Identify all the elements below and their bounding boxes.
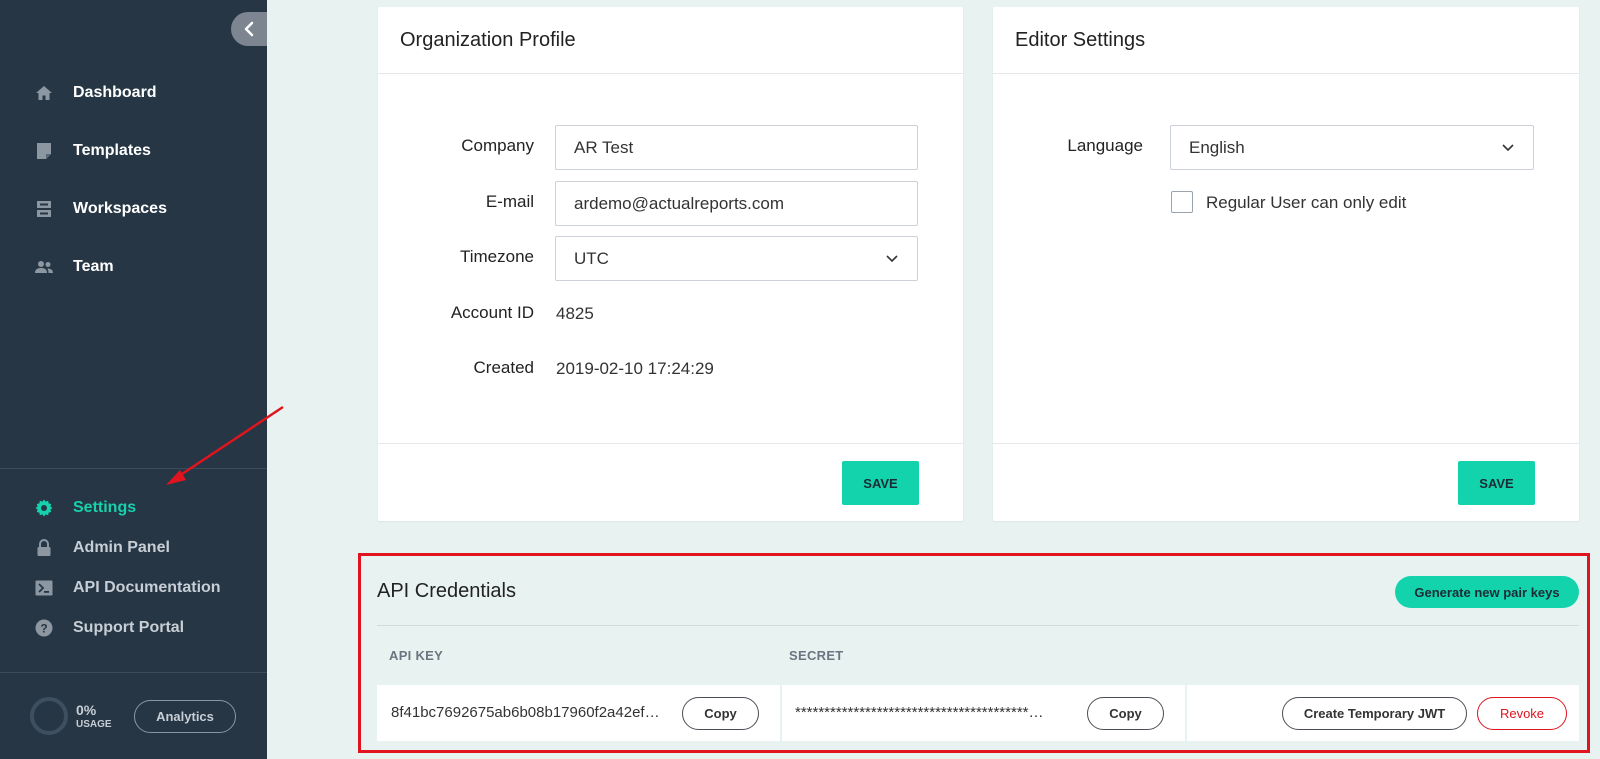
sidebar: Dashboard Templates Workspaces Team Sett… (0, 0, 267, 759)
save-button[interactable]: SAVE (1458, 461, 1535, 505)
secret-value: ****************************************… (795, 704, 1044, 721)
api-key-column-header: API KEY (389, 648, 444, 663)
chevron-down-icon (1502, 144, 1514, 152)
nav-label: Dashboard (73, 84, 157, 101)
nav-label: Team (73, 258, 114, 275)
secret-cell: ****************************************… (782, 685, 1185, 741)
card-title: Editor Settings (993, 7, 1579, 74)
nav-label: Support Portal (73, 619, 185, 636)
usage-indicator: 0% USAGE (30, 697, 112, 735)
people-icon (34, 257, 54, 277)
nav-team[interactable]: Team (0, 238, 267, 296)
server-icon (34, 199, 54, 219)
nav-api-documentation[interactable]: API Documentation (0, 568, 267, 608)
nav-dashboard[interactable]: Dashboard (0, 64, 267, 122)
secret-column-header: SECRET (789, 648, 844, 663)
main-nav: Dashboard Templates Workspaces Team (0, 64, 267, 296)
section-divider (377, 625, 1579, 626)
nav-admin-panel[interactable]: Admin Panel (0, 528, 267, 568)
api-credentials-title: API Credentials (377, 580, 516, 602)
timezone-select[interactable]: UTC (555, 236, 918, 281)
nav-label: Settings (73, 499, 137, 516)
generate-pair-keys-button[interactable]: Generate new pair keys (1395, 576, 1579, 608)
regular-user-edit-checkbox[interactable] (1171, 191, 1193, 213)
sidebar-divider (0, 468, 267, 469)
email-label: E-mail (485, 192, 534, 211)
save-button[interactable]: SAVE (842, 461, 919, 505)
terminal-icon (34, 578, 54, 598)
lock-icon (34, 538, 54, 558)
api-key-cell: 8f41bc7692675ab6b08b17960f2a42ef… Copy (377, 685, 780, 741)
card-footer: SAVE (993, 443, 1579, 521)
gear-icon (34, 498, 54, 518)
nav-label: API Documentation (73, 579, 221, 596)
revoke-button[interactable]: Revoke (1477, 697, 1567, 730)
nav-templates[interactable]: Templates (0, 122, 267, 180)
nav-label: Admin Panel (73, 539, 170, 556)
collapse-sidebar-button[interactable] (231, 12, 267, 46)
account-id-value: 4825 (556, 304, 594, 323)
created-value: 2019-02-10 17:24:29 (556, 359, 714, 378)
nav-settings[interactable]: Settings (0, 488, 267, 528)
timezone-value: UTC (574, 248, 609, 268)
organization-profile-card: Organization Profile Company AR Test E-m… (378, 7, 963, 521)
analytics-button[interactable]: Analytics (134, 700, 236, 733)
create-temporary-jwt-button[interactable]: Create Temporary JWT (1282, 697, 1467, 730)
language-select[interactable]: English (1170, 125, 1534, 170)
email-input[interactable]: ardemo@actualreports.com (555, 181, 918, 226)
usage-text: 0% USAGE (76, 702, 112, 731)
card-footer: SAVE (378, 443, 963, 521)
secondary-nav: Settings Admin Panel API Documentation ?… (0, 488, 267, 648)
chevron-left-icon (244, 21, 254, 37)
nav-workspaces[interactable]: Workspaces (0, 180, 267, 238)
card-title: Organization Profile (378, 7, 963, 74)
usage-ring (30, 697, 68, 735)
copy-api-key-button[interactable]: Copy (682, 697, 759, 730)
created-label: Created (473, 358, 534, 377)
chevron-down-icon (886, 255, 898, 263)
sidebar-divider (0, 672, 267, 673)
usage-label: USAGE (76, 718, 112, 730)
document-icon (34, 141, 54, 161)
home-icon (34, 83, 54, 103)
language-value: English (1189, 137, 1245, 157)
email-value: ardemo@actualreports.com (574, 193, 785, 213)
company-input[interactable]: AR Test (555, 125, 918, 170)
language-label: Language (1067, 136, 1143, 155)
nav-support-portal[interactable]: ? Support Portal (0, 608, 267, 648)
api-key-value: 8f41bc7692675ab6b08b17960f2a42ef… (391, 704, 660, 721)
nav-label: Templates (73, 142, 151, 159)
actions-cell: Create Temporary JWT Revoke (1187, 685, 1579, 741)
regular-user-edit-label: Regular User can only edit (1206, 193, 1407, 212)
help-icon: ? (34, 618, 54, 638)
svg-text:?: ? (40, 622, 47, 636)
company-value: AR Test (574, 137, 634, 157)
account-id-label: Account ID (450, 303, 534, 322)
editor-settings-card: Editor Settings Language English Regular… (993, 7, 1579, 521)
copy-secret-button[interactable]: Copy (1087, 697, 1164, 730)
timezone-label: Timezone (459, 247, 534, 266)
company-label: Company (461, 136, 534, 155)
nav-label: Workspaces (73, 200, 167, 217)
usage-percent: 0% (76, 701, 97, 718)
